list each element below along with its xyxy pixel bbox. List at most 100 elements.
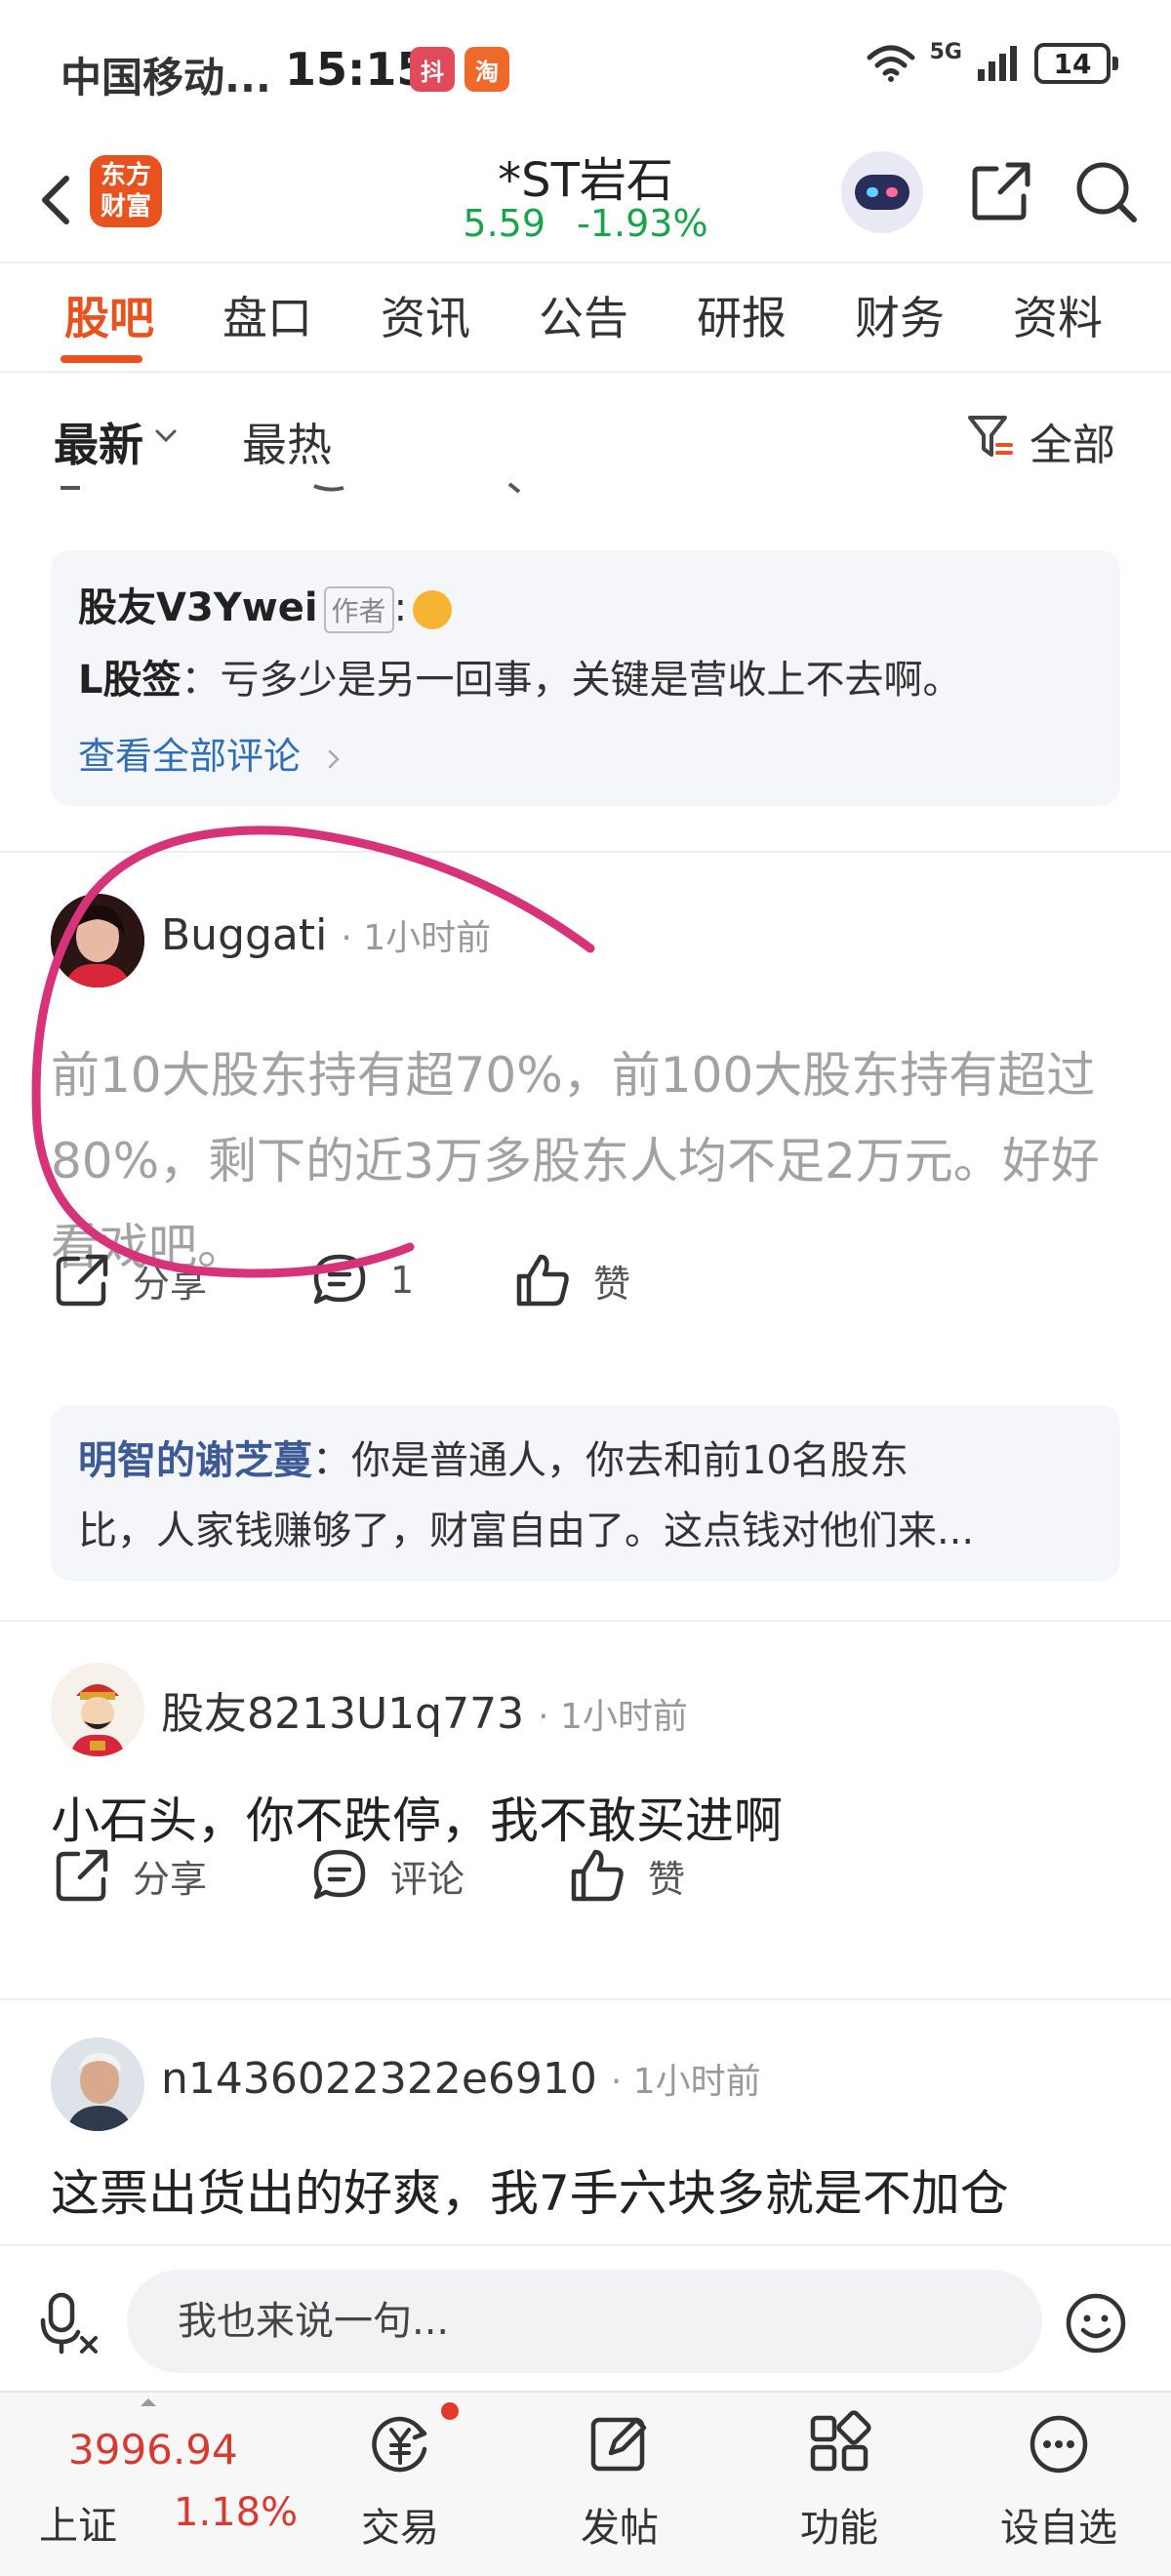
comment-icon [313,1254,366,1305]
signal-icon [978,46,1017,81]
comment-label: 评论 [390,1857,465,1901]
nav-post[interactable]: 发帖 [546,2393,693,2576]
stock-price: 5.59 [463,202,546,245]
reply-text: ：亏多少是另一回事，关键是营收上不去啊。 [181,658,962,703]
post-feed: 股友V3Ywei 作者: L股签：亏多少是另一回事，关键是营收上不去啊。 查看全部… [0,480,1171,2244]
reply-content-line-2: 比，人家钱赚够了，财富自由了。这点钱对他们来... [78,1509,975,1553]
like-label: 赞 [648,1857,686,1901]
battery-icon: 14 [1034,43,1118,84]
tab-profile[interactable]: 资料 [1013,283,1103,347]
chevron-down-icon[interactable] [151,422,181,451]
nav-functions[interactable]: 功能 [766,2393,912,2576]
thumbs-up-icon [571,1849,624,1902]
replier-name[interactable]: L股签 [78,658,182,703]
share-button[interactable]: 分享 [51,1844,207,1907]
sort-row: 最新 最热 全部 [0,373,1171,480]
post-content[interactable]: 这票出货出的好爽，我7手六块多就是不加仓 [51,2151,1124,2236]
share-icon [56,1254,108,1307]
bottom-navigation: 3996.94 上证 1.18% 交易 发帖 功能 设自选 [0,2391,1171,2576]
avatar[interactable] [51,1663,144,1756]
post-divider [0,1620,1171,1622]
comment-count: 1 [390,1259,415,1302]
trade-yuan-icon [372,2416,427,2473]
more-dots-icon [1030,2415,1088,2474]
tab-announcements[interactable]: 公告 [539,283,628,347]
share-external-icon[interactable] [961,153,1039,231]
user-portrait-image [51,894,144,987]
emoji-picker-icon[interactable] [1064,2291,1128,2355]
share-icon [56,1849,108,1902]
search-icon[interactable] [1068,153,1146,231]
reply-author[interactable]: 股友V3Ywei [78,585,318,630]
tab-guba[interactable]: 股吧 [64,283,154,347]
stock-change: -1.93% [577,202,708,245]
header-divider [0,262,1171,263]
post-time: · 1小时前 [610,2062,761,2102]
comment-button[interactable]: 1 [308,1249,414,1311]
sort-latest-button[interactable]: 最新 [54,410,143,474]
reply-text: ：你是普通人，你去和前10名股东 [312,1438,909,1483]
avatar[interactable] [51,2037,144,2131]
comment-preview-box[interactable]: 股友V3Ywei 作者: L股签：亏多少是另一回事，关键是营收上不去啊。 查看全部… [51,550,1120,806]
notification-dot [441,2402,459,2420]
network-type: 5G [929,40,962,64]
share-button[interactable]: 分享 [51,1249,207,1311]
wifi-icon [867,45,915,82]
nav-functions-label: 功能 [800,2506,878,2551]
share-label: 分享 [133,1857,208,1901]
douyin-notification-icon: 抖 [410,47,455,92]
replier-name[interactable]: 明智的谢芝蔓 [78,1438,312,1483]
reply-content-line: L股签：亏多少是另一回事，关键是营收上不去啊。 [78,648,1093,704]
tab-pankou[interactable]: 盘口 [222,283,312,347]
clipped-text-remnant [61,482,521,494]
nav-trade[interactable]: 交易 [327,2393,473,2576]
ai-assistant-robot-icon[interactable] [841,151,923,233]
reply-colon: : [393,585,408,630]
like-button[interactable]: 赞 [511,1249,630,1311]
post-username: Buggati · 1小时前 [161,909,491,960]
nav-trade-label: 交易 [361,2506,439,2551]
stock-header: 东方 财富 *ST岩石 5.59 -1.93% [0,141,1171,263]
comment-input-bar [0,2244,1171,2391]
section-tabs: 股吧 盘口 资讯 公告 研报 财务 资料 [0,283,1171,371]
sort-hot-button[interactable]: 最热 [242,410,332,474]
thumbs-up-icon [516,1254,569,1307]
clock: 15:15 [285,43,428,96]
grid-apps-icon [810,2410,871,2472]
share-label: 分享 [133,1262,208,1306]
status-bar: 中国移动... 15:15 抖 淘 5G 14 [0,0,1171,141]
comment-preview-box[interactable]: 明智的谢芝蔓：你是普通人，你去和前10名股东 比，人家钱赚够了，财富自由了。这点… [51,1405,1120,1581]
view-all-comments-link[interactable]: 查看全部评论 [78,726,345,780]
username-text[interactable]: 股友8213U1q773 [161,1689,524,1739]
taobao-notification-icon: 淘 [464,47,509,92]
tab-finance[interactable]: 财务 [855,283,945,347]
comment-input[interactable] [127,2270,1042,2373]
reply-content-line: 明智的谢芝蔓：你是普通人，你去和前10名股东 [78,1429,1093,1485]
author-tag: 作者 [323,586,394,633]
view-all-label: 查看全部评论 [78,735,302,778]
username-text[interactable]: Buggati [161,910,327,960]
voice-input-icon[interactable] [35,2289,103,2357]
tab-news[interactable]: 资讯 [381,283,470,347]
post-username: 股友8213U1q773 · 1小时前 [161,1678,688,1741]
post-time: · 1小时前 [538,1697,688,1737]
avatar[interactable] [51,894,144,987]
comment-button[interactable]: 评论 [308,1844,464,1907]
nav-add-watchlist[interactable]: 设自选 [986,2393,1132,2576]
active-tab-indicator [61,355,142,363]
chevron-right-icon [328,749,340,768]
expand-up-icon[interactable] [139,2396,158,2408]
status-icons: 5G 14 [866,40,1118,84]
like-button[interactable]: 赞 [566,1844,685,1907]
tab-research[interactable]: 研报 [697,283,787,347]
index-value: 3996.94 [68,2426,238,2474]
index-name: 上证 [39,2504,117,2549]
filter-all-label[interactable]: 全部 [1030,410,1115,472]
comment-icon [313,1849,366,1900]
post-username: n1436022322e6910 · 1小时前 [161,2053,761,2104]
compose-icon [590,2417,647,2472]
filter-icon[interactable] [966,412,1013,463]
username-text[interactable]: n1436022322e6910 [161,2054,597,2104]
post-divider [0,851,1171,853]
post-time: · 1小时前 [341,918,492,958]
